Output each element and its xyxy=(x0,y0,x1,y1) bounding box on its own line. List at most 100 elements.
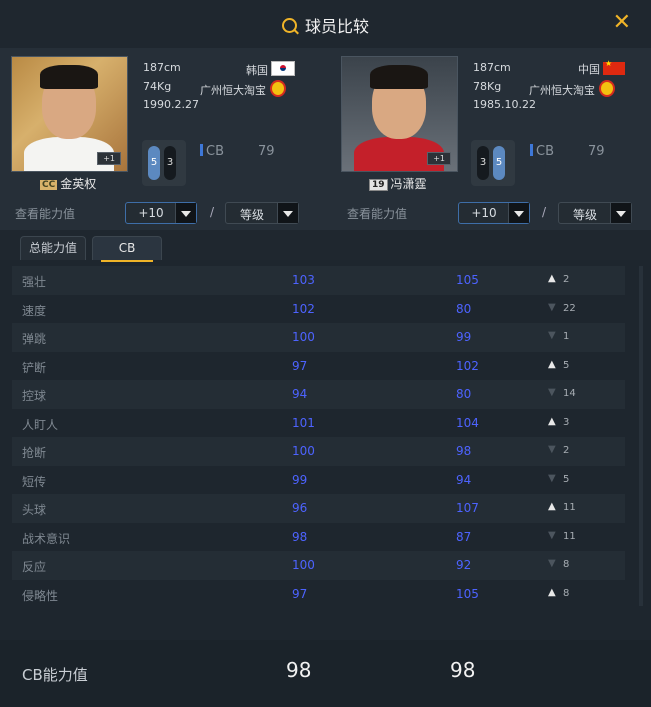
stat-difference: 1 xyxy=(563,331,570,342)
player2-card-image: +1 xyxy=(341,56,458,172)
table-row: 人盯人 101 104 ▲ 3 xyxy=(12,408,625,437)
table-row: 战术意识 98 87 ▼ 11 xyxy=(12,522,625,551)
player2-stat-value: 99 xyxy=(456,330,472,344)
player2-level-select[interactable]: 等级 xyxy=(558,202,632,224)
table-row: 反应 100 92 ▼ 8 xyxy=(12,551,625,580)
stat-name: 战术意识 xyxy=(22,531,71,546)
chevron-down-icon[interactable] xyxy=(277,203,298,223)
chevron-down-icon[interactable] xyxy=(175,203,196,223)
player2-club: 广州恒大淘宝 xyxy=(529,80,615,98)
player2-plus-badge: +1 xyxy=(427,152,451,165)
player1-foot-icon: 5 3 xyxy=(142,140,186,186)
table-row: 强壮 103 105 ▲ 2 xyxy=(12,266,625,295)
arrow-down-icon: ▼ xyxy=(548,330,556,341)
stat-name: 反应 xyxy=(22,560,47,574)
player1-stat-value: 97 xyxy=(292,358,308,373)
stat-difference: 2 xyxy=(563,445,570,456)
player1-view-label: 查看能力值 xyxy=(15,207,76,221)
chevron-down-icon[interactable] xyxy=(508,203,529,223)
footer xyxy=(0,640,651,707)
close-icon[interactable]: ✕ xyxy=(613,10,631,35)
player1-country: 韩国 xyxy=(246,61,295,78)
player1-stat-value: 97 xyxy=(292,586,308,601)
player1-level-select[interactable]: 等级 xyxy=(225,202,299,224)
player1-height: 187cm xyxy=(143,61,181,74)
player2-stat-value: 105 xyxy=(456,273,479,287)
player1-weight: 74Kg xyxy=(143,80,172,93)
stat-name: 人盯人 xyxy=(22,417,59,432)
right-foot-rating: 3 xyxy=(164,146,176,180)
stat-name: 抢断 xyxy=(22,446,47,460)
player2-stat-value: 102 xyxy=(456,358,479,373)
stat-name: 铲断 xyxy=(22,360,47,375)
club-emblem-icon xyxy=(599,80,615,97)
arrow-up-icon: ▲ xyxy=(548,501,556,512)
arrow-up-icon: ▲ xyxy=(548,358,556,370)
stat-name: 头球 xyxy=(22,503,47,517)
player1-stat-value: 100 xyxy=(292,558,315,572)
player2-stat-value: 104 xyxy=(456,415,479,430)
player2-stat-value: 105 xyxy=(456,586,479,601)
player2-position: CB xyxy=(530,144,554,159)
table-row: 速度 102 80 ▼ 22 xyxy=(12,294,625,323)
season-badge: CC xyxy=(40,180,58,190)
player1-stat-value: 101 xyxy=(292,415,315,430)
player2-stat-value: 80 xyxy=(456,387,472,401)
stat-name: 强壮 xyxy=(22,275,47,289)
player2-view-label: 查看能力值 xyxy=(347,207,408,221)
table-row: 头球 96 107 ▲ 11 xyxy=(12,494,625,523)
stat-difference: 14 xyxy=(563,388,576,399)
player1-position: CB xyxy=(200,144,224,159)
player2-stat-value: 107 xyxy=(456,501,479,515)
stat-difference: 3 xyxy=(563,416,570,428)
player1-stat-value: 99 xyxy=(292,472,308,487)
arrow-up-icon: ▲ xyxy=(548,586,556,598)
player2-cb-rating: 98 xyxy=(450,658,476,682)
stat-difference: 2 xyxy=(563,274,570,285)
stat-name: 短传 xyxy=(22,474,47,489)
player1-stat-value: 100 xyxy=(292,330,315,344)
table-row: 弹跳 100 99 ▼ 1 xyxy=(12,323,625,352)
title-text: 球员比较 xyxy=(304,17,369,36)
player1-stat-value: 98 xyxy=(292,529,308,544)
table-row: 抢断 100 98 ▼ 2 xyxy=(12,437,625,466)
stat-difference: 8 xyxy=(563,587,570,599)
player2-stat-value: 87 xyxy=(456,529,472,544)
arrow-down-icon: ▼ xyxy=(548,529,556,541)
player1-birth: 1990.2.27 xyxy=(143,98,199,111)
club-emblem-icon xyxy=(270,80,286,97)
separator: / xyxy=(210,205,215,219)
stat-name: 控球 xyxy=(22,389,47,403)
arrow-down-icon: ▼ xyxy=(548,387,556,398)
chevron-down-icon[interactable] xyxy=(610,203,631,223)
player2-boost-select[interactable]: +10 xyxy=(458,202,530,224)
player1-stat-value: 103 xyxy=(292,273,315,287)
player1-cb-rating: 98 xyxy=(286,658,312,682)
arrow-up-icon: ▲ xyxy=(548,415,556,427)
player2-stat-value: 80 xyxy=(456,301,472,316)
player1-boost-select[interactable]: +10 xyxy=(125,202,197,224)
footer-label: CB能力值 xyxy=(22,666,88,684)
player2-weight: 78Kg xyxy=(473,80,502,93)
tab-bar: 总能力值 CB xyxy=(0,230,651,262)
player-compare-window: 球员比较 ✕ +1 CC 金英权 187cm 韩国 74Kg 广州恒大淘宝 199… xyxy=(0,0,651,707)
player1-club: 广州恒大淘宝 xyxy=(200,80,286,98)
tab-cb[interactable]: CB xyxy=(92,236,162,262)
player2-name: 19 冯潇霆 xyxy=(369,175,427,192)
arrow-down-icon: ▼ xyxy=(548,558,556,569)
player1-stat-value: 100 xyxy=(292,444,315,458)
player1-stat-value: 96 xyxy=(292,501,308,515)
stat-name: 弹跳 xyxy=(22,332,47,346)
window-title: 球员比较 xyxy=(0,13,651,37)
left-foot-rating: 5 xyxy=(148,146,160,180)
table-row: 侵略性 97 105 ▲ 8 xyxy=(12,579,625,608)
stat-difference: 8 xyxy=(563,559,570,570)
tab-overall[interactable]: 总能力值 xyxy=(20,236,86,260)
separator: / xyxy=(542,205,547,219)
player2-height: 187cm xyxy=(473,61,511,74)
player1-name: CC 金英权 xyxy=(40,177,97,191)
scrollbar[interactable] xyxy=(639,266,643,606)
season-badge: 19 xyxy=(369,179,388,191)
left-foot-rating: 3 xyxy=(477,146,489,180)
stat-difference: 11 xyxy=(563,502,576,513)
